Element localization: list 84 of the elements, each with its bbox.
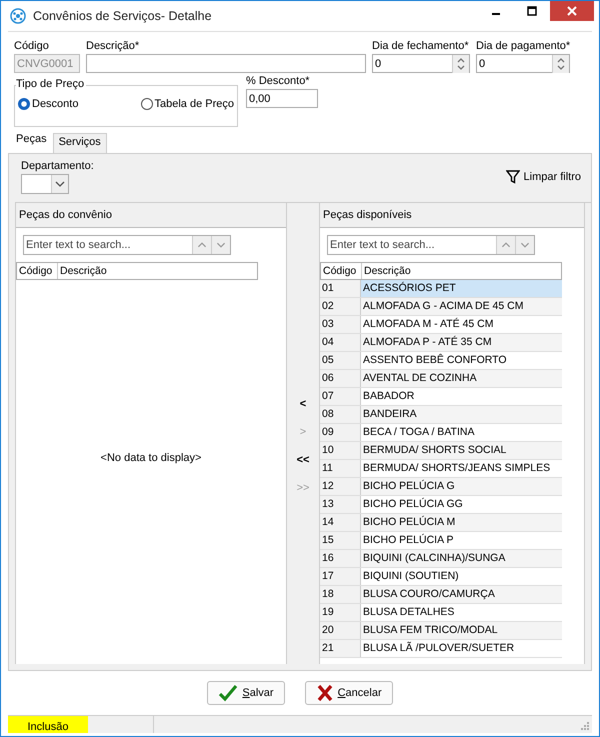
clear-filter-button[interactable]: Limpar filtro	[506, 170, 581, 184]
table-cell[interactable]: 11	[320, 460, 361, 477]
column-header[interactable]: Descrição	[58, 263, 257, 279]
table-cell[interactable]: BERMUDA/ SHORTS/JEANS SIMPLES	[361, 460, 562, 477]
cancel-button[interactable]: Cancelar	[304, 681, 393, 705]
table-cell[interactable]: AVENTAL DE COZINHA	[361, 370, 562, 387]
spin-icon	[452, 54, 469, 72]
table-cell[interactable]: 06	[320, 370, 361, 387]
field-label: Dia de fechamento*	[372, 40, 470, 52]
table-cell[interactable]: 19	[320, 604, 361, 621]
window-title: Convênios de Serviços- Detalhe	[33, 9, 213, 23]
radio-label[interactable]: Desconto	[32, 98, 78, 110]
column-header[interactable]: Código	[17, 263, 58, 279]
cross-icon	[316, 684, 334, 702]
table-cell[interactable]: BICHO PELÚCIA P	[361, 532, 562, 549]
move-button[interactable]: <	[300, 398, 306, 410]
table-cell[interactable]: 13	[320, 496, 361, 513]
table-cell[interactable]: BANDEIRA	[361, 406, 562, 423]
table-cell[interactable]: BLUSA FEM TRICO/MODAL	[361, 622, 562, 639]
table-cell[interactable]: ALMOFADA G - ACIMA DE 45 CM	[361, 298, 562, 315]
dropdown[interactable]	[21, 174, 69, 194]
table-cell[interactable]: BICHO PELÚCIA GG	[361, 496, 562, 513]
input-field[interactable]: 0	[372, 54, 470, 73]
input-field[interactable]: 0,00	[246, 89, 318, 108]
app-icon	[10, 8, 26, 24]
close-button[interactable]	[550, 1, 594, 21]
table-cell[interactable]: ASSENTO BEBÊ CONFORTO	[361, 352, 562, 369]
table-cell[interactable]: 21	[320, 640, 361, 657]
table-cell[interactable]: BIQUINI (CALCINHA)/SUNGA	[361, 550, 562, 567]
save-button[interactable]: Salvar	[207, 681, 285, 705]
radio-button[interactable]	[18, 98, 30, 110]
table-cell[interactable]: BERMUDA/ SHORTS SOCIAL	[361, 442, 562, 459]
table-cell[interactable]: 16	[320, 550, 361, 567]
radio-button[interactable]	[140, 98, 152, 110]
table-cell[interactable]: BLUSA DETALHES	[361, 604, 562, 621]
column-header[interactable]: Código	[321, 263, 362, 279]
table-cell[interactable]: 07	[320, 388, 361, 405]
input-field[interactable]	[86, 54, 366, 73]
field-label: Dia de pagamento*	[476, 40, 570, 52]
panel-title: Peças do convênio	[18, 208, 113, 223]
chevron-down-icon	[55, 181, 65, 187]
table-cell[interactable]: 04	[320, 334, 361, 351]
resize-grip-icon	[580, 721, 590, 731]
table-cell[interactable]: BICHO PELÚCIA M	[361, 514, 562, 531]
table-cell[interactable]: 05	[320, 352, 361, 369]
table-cell[interactable]: ALMOFADA M - ATÉ 45 CM	[361, 316, 562, 333]
table-cell[interactable]: 20	[320, 622, 361, 639]
table-cell[interactable]: ACESSÓRIOS PET	[361, 280, 562, 297]
table-cell[interactable]: 15	[320, 532, 361, 549]
table-cell[interactable]: 01	[320, 280, 361, 297]
table-cell[interactable]: BABADOR	[361, 388, 562, 405]
move-button[interactable]: <<	[296, 454, 310, 466]
panel-title: Peças disponíveis	[322, 208, 413, 223]
field-label: Código	[14, 40, 50, 52]
table-cell[interactable]: 10	[320, 442, 361, 459]
table-cell[interactable]: BIQUINI (SOUTIEN)	[361, 568, 562, 585]
table-cell[interactable]: ALMOFADA P - ATÉ 35 CM	[361, 334, 562, 351]
table-cell[interactable]: 08	[320, 406, 361, 423]
table-cell[interactable]: 12	[320, 478, 361, 495]
filter-icon	[506, 170, 520, 184]
table-cell[interactable]: BICHO PELÚCIA G	[361, 478, 562, 495]
table-cell[interactable]: 02	[320, 298, 361, 315]
radio-label[interactable]: Tabela de Preço	[154, 98, 234, 110]
maximize-icon[interactable]	[527, 6, 537, 16]
table-cell[interactable]: 09	[320, 424, 361, 441]
group-title: Tipo de Preço	[16, 78, 86, 90]
table-cell[interactable]: BLUSA COURO/CAMURÇA	[361, 586, 562, 603]
tab[interactable]: Serviços	[52, 133, 107, 153]
table-cell[interactable]: 17	[320, 568, 361, 585]
column-header[interactable]: Descrição	[362, 263, 561, 279]
spin-icon	[552, 54, 569, 72]
status-mode: Inclusão	[8, 716, 88, 733]
table-cell[interactable]: 14	[320, 514, 361, 531]
table-cell[interactable]: BLUSA LÃ /PULOVER/SUETER	[361, 640, 562, 657]
check-icon	[218, 684, 238, 702]
field-label: Descrição*	[86, 40, 140, 52]
empty-message: <No data to display>	[100, 452, 202, 464]
table-cell[interactable]: 18	[320, 586, 361, 603]
field-label: % Desconto*	[246, 75, 311, 87]
close-icon	[567, 6, 577, 16]
field-label: Departamento:	[21, 160, 94, 172]
input-field[interactable]: 0	[476, 54, 570, 73]
table-cell[interactable]: 03	[320, 316, 361, 333]
table-cell[interactable]: BECA / TOGA / BATINA	[361, 424, 562, 441]
